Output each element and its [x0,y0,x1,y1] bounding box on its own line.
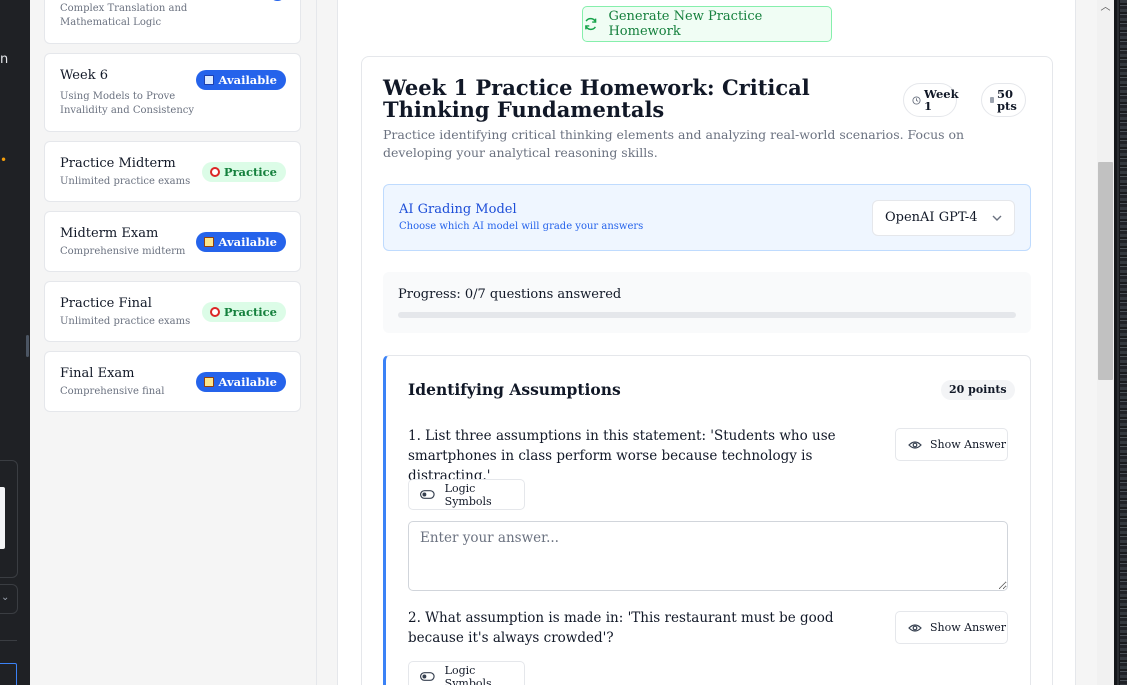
points-icon [990,97,994,103]
sidebar-item-final-exam[interactable]: Final Exam Comprehensive final Available [44,351,301,412]
background-window-fragment: • [0,153,8,167]
week-card-title: Midterm Exam [60,226,159,241]
status-badge: Available [196,70,286,90]
background-document-thumbnail [0,487,5,549]
status-badge-label: Available [218,235,277,249]
clock-icon [912,95,921,105]
answer-input[interactable] [408,521,1008,591]
week-card-title: Week 6 [60,68,108,83]
week-card-title: Final Exam [60,366,135,381]
document-icon [204,237,215,247]
desktop-divider [1117,0,1119,685]
status-badge-label: Practice [223,165,277,179]
week-card-subtitle: Using Models to Prove Invalidity and Con… [60,91,195,116]
show-answer-button[interactable]: Show Answer [895,428,1008,461]
question-2-text: 2. What assumption is made in: 'This res… [408,610,834,646]
grading-title: AI Grading Model [399,202,517,217]
sidebar-item-midterm-exam[interactable]: Midterm Exam Comprehensive midterm Avail… [44,211,301,272]
generate-homework-label: Generate New Practice Homework [608,9,763,39]
book-icon [204,75,215,85]
week-card-title: Practice Final [60,296,152,311]
background-divider [0,640,17,641]
logic-symbols-button[interactable]: Logic Symbols [408,661,525,685]
progress-bar [398,312,1016,318]
logic-symbols-button[interactable]: Logic Symbols [408,479,525,510]
sidebar-item-week-5[interactable]: Complex Translation and Mathematical Log… [44,0,301,44]
scrollbar-thumb[interactable] [1098,162,1113,380]
homework-title: Week 1 Practice Homework: Critical Think… [383,75,810,122]
background-window-fragment: n [0,52,9,67]
grading-subtitle: Choose which AI model will grade your an… [399,221,644,232]
homework-description: Practice identifying critical thinking e… [383,127,965,160]
course-sidebar: Complex Translation and Mathematical Log… [30,0,317,685]
background-input [0,663,17,685]
refresh-icon [585,17,597,31]
status-badge-label: Practice [223,305,277,319]
section-title: Identifying Assumptions [408,380,621,399]
week-card-subtitle: Comprehensive final [60,386,165,397]
desktop-background-strip [1114,0,1127,685]
target-icon [209,307,220,317]
week-card-subtitle: Unlimited practice exams [60,176,191,187]
week-card-subtitle: Complex Translation and Mathematical Log… [60,3,188,28]
target-icon [209,167,220,177]
sidebar-item-practice-midterm[interactable]: Practice Midterm Unlimited practice exam… [44,141,301,202]
section-points-badge: 20 points [941,380,1015,400]
status-badge: Available [196,232,286,252]
status-badge: Practice [201,302,286,322]
question-1-text: 1. List three assumptions in this statem… [408,428,836,484]
logic-symbols-label: Logic Symbols [444,481,492,508]
eye-icon [908,440,922,449]
week-pill: Week 1 [903,83,959,117]
sidebar-item-week-6[interactable]: Week 6 Using Models to Prove Invalidity … [44,53,301,132]
status-badge: Practice [201,162,286,182]
logic-symbols-label: Logic Symbols [444,663,492,685]
show-answer-label: Show Answer [930,438,1007,451]
progress-panel: Progress: 0/7 questions answered [383,272,1031,333]
sidebar-item-practice-final[interactable]: Practice Final Unlimited practice exams … [44,281,301,342]
show-answer-label: Show Answer [930,621,1007,634]
week-card-subtitle: Unlimited practice exams [60,316,191,327]
week-card-subtitle: Comprehensive midterm [60,246,186,257]
show-answer-button[interactable]: Show Answer [895,611,1008,644]
toggle-icon [420,490,435,499]
status-badge-label: Available [218,73,277,87]
scroll-up-arrow-icon[interactable]: ︿ [1097,0,1114,16]
week-pill-label: Week 1 [924,87,959,113]
document-icon [204,377,215,387]
ai-grading-panel: AI Grading Model Choose which AI model w… [383,184,1031,251]
status-badge [269,0,286,1]
points-pill-label: 50 pts [997,87,1017,113]
week-card-title: Practice Midterm [60,156,176,171]
resize-handle[interactable] [26,335,29,357]
background-chevron-icon: ⌄ [0,584,18,614]
background-window-strip: n • ⌄ [0,0,30,685]
chevron-down-icon [992,215,1002,221]
points-pill: 50 pts [981,83,1026,117]
generate-homework-button[interactable]: Generate New Practice Homework [582,6,832,42]
grading-model-select[interactable]: OpenAI GPT-4 [872,200,1015,236]
status-badge-label: Available [218,375,277,389]
desktop-wallpaper [1120,0,1127,685]
selected-model-label: OpenAI GPT-4 [885,210,978,225]
toggle-icon [420,672,435,681]
eye-icon [908,623,922,632]
progress-text: Progress: 0/7 questions answered [398,287,622,302]
status-badge: Available [196,372,286,392]
